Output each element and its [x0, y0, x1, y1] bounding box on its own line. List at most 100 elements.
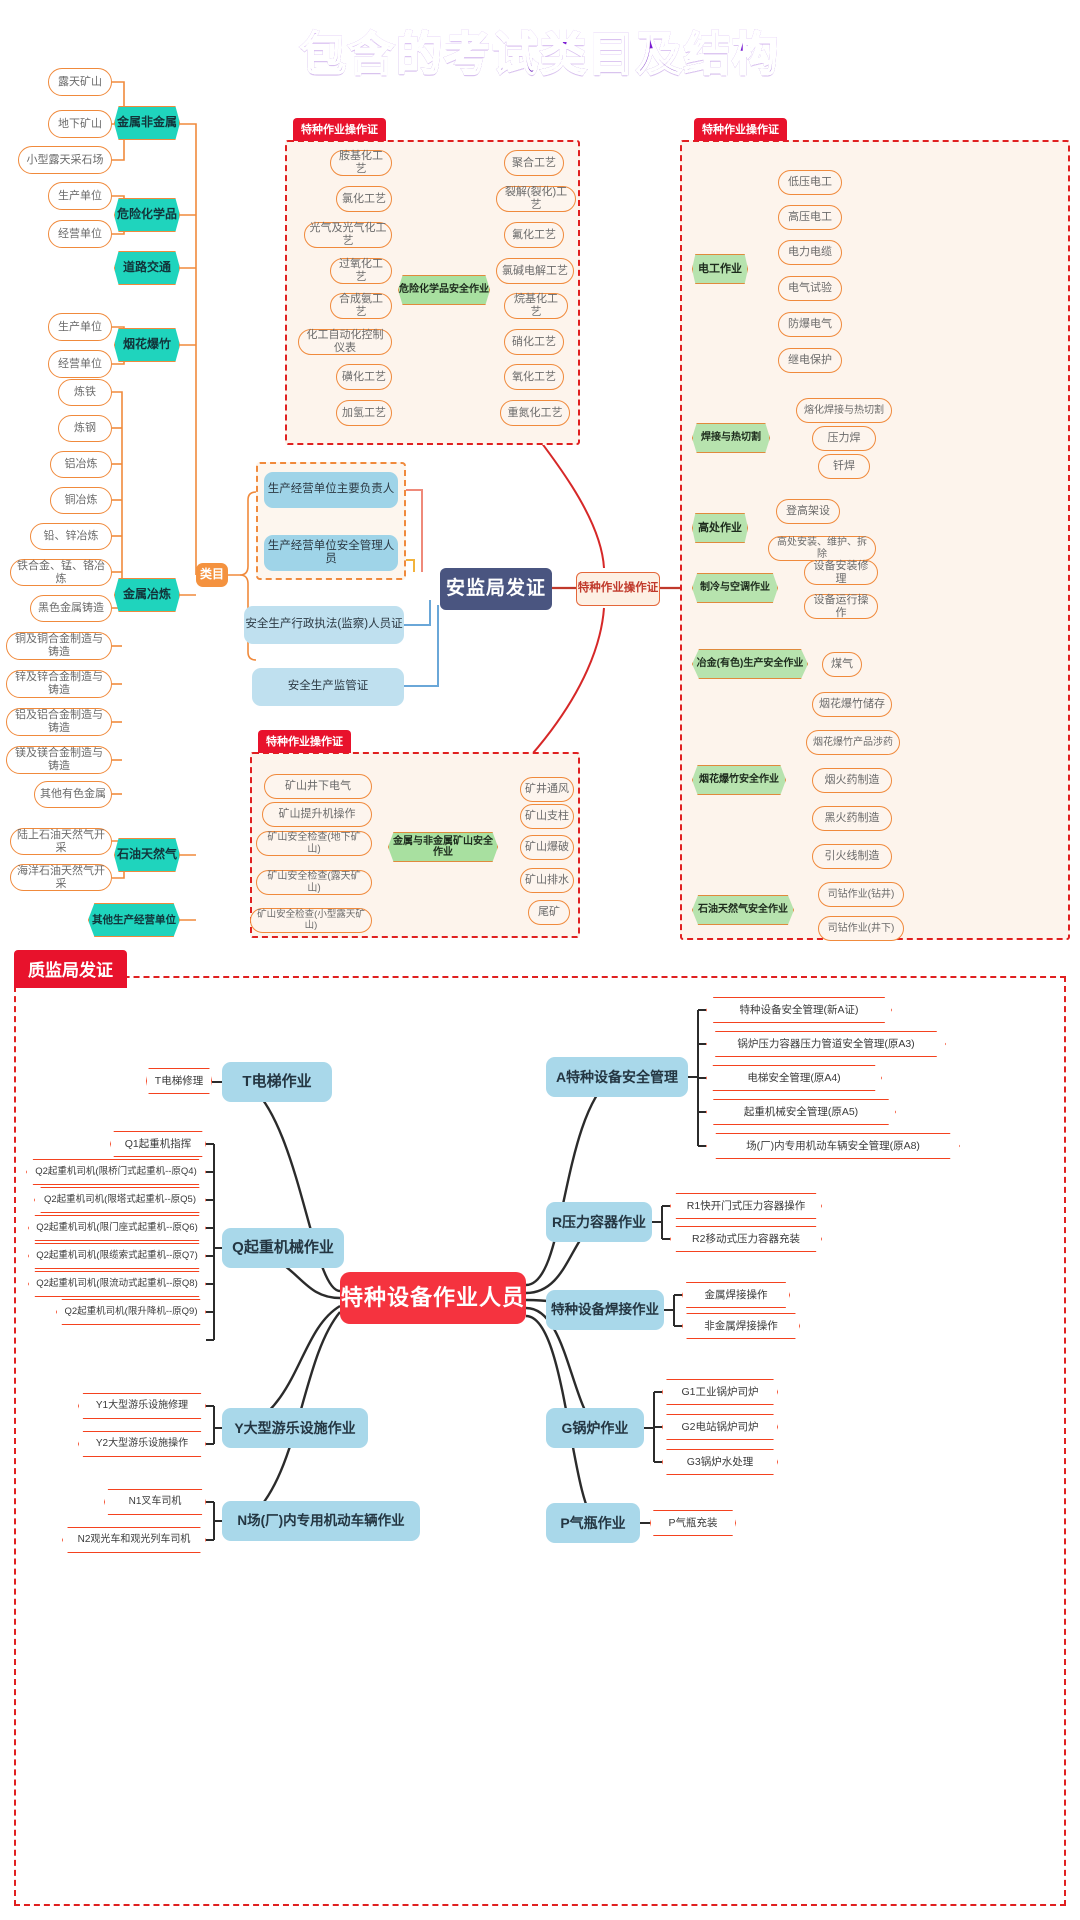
leaf-node[interactable]: 镁及镁合金制造与铸造 [6, 746, 112, 774]
leaf-node[interactable]: Y2大型游乐设施操作 [78, 1431, 206, 1457]
category-equipment-welding[interactable]: 特种设备焊接作业 [546, 1290, 664, 1330]
leaf-node[interactable]: 经营单位 [48, 220, 112, 248]
category-equipment-management[interactable]: A特种设备安全管理 [546, 1057, 688, 1097]
leaf-node[interactable]: G1工业锅炉司炉 [662, 1379, 778, 1405]
leaf-node[interactable]: 矿山井下电气 [264, 774, 372, 799]
leaf-node[interactable]: 压力焊 [812, 426, 876, 451]
leaf-node[interactable]: 铝及铝合金制造与铸造 [6, 708, 112, 736]
category-other-units[interactable]: 其他生产经营单位 [88, 903, 180, 937]
category-gas-cylinder[interactable]: P气瓶作业 [546, 1503, 640, 1543]
leaf-node[interactable]: 氯碱电解工艺 [496, 258, 574, 284]
leaf-node[interactable]: Q2起重机司机(限流动式起重机--原Q8) [28, 1271, 206, 1297]
leaf-node[interactable]: 矿山支柱 [520, 804, 574, 829]
leaf-node[interactable]: 铜及铜合金制造与铸造 [6, 632, 112, 660]
leaf-node[interactable]: N2观光车和观光列车司机 [62, 1527, 206, 1553]
leaf-node[interactable]: 氧化工艺 [504, 364, 564, 390]
leaf-node[interactable]: 化工自动化控制仪表 [298, 329, 392, 355]
category-metallurgy[interactable]: 冶金(有色)生产安全作业 [692, 649, 808, 679]
category-boiler[interactable]: G锅炉作业 [546, 1408, 644, 1448]
leaf-node[interactable]: 防爆电气 [778, 312, 842, 337]
leaf-node[interactable]: Y1大型游乐设施修理 [78, 1393, 206, 1419]
leaf-node[interactable]: Q2起重机司机(限升降机--原Q9) [56, 1299, 206, 1325]
hub-special-op-cert[interactable]: 特种作业操作证 [576, 572, 660, 606]
leaf-node[interactable]: 小型露天采石场 [18, 146, 112, 174]
leaf-node[interactable]: 炼铁 [58, 379, 112, 406]
leaf-node[interactable]: 烷基化工艺 [504, 293, 568, 319]
leaf-node[interactable]: 氟化工艺 [504, 222, 564, 248]
leaf-node[interactable]: 电梯安全管理(原A4) [706, 1065, 882, 1091]
hub-anjian[interactable]: 安监局发证 [440, 568, 552, 610]
leaf-node[interactable]: 加氢工艺 [336, 400, 392, 426]
category-vehicle[interactable]: N场(厂)内专用机动车辆作业 [222, 1501, 420, 1541]
center-blue-box[interactable]: 安全生产监管证 [252, 668, 404, 706]
hazchem-head[interactable]: 危险化学品安全作业 [398, 275, 490, 305]
center-blue-box[interactable]: 生产经营单位安全管理人员 [264, 535, 398, 571]
leaf-node[interactable]: 高处安装、维护、拆除 [768, 536, 876, 561]
category-crane[interactable]: Q起重机械作业 [222, 1228, 344, 1268]
leaf-node[interactable]: Q2起重机司机(限塔式起重机--原Q5) [34, 1187, 206, 1213]
leaf-node[interactable]: 场(厂)内专用机动车辆安全管理(原A8) [706, 1133, 960, 1159]
leaf-node[interactable]: 引火线制造 [812, 844, 892, 869]
leaf-node[interactable]: 烟花爆竹产品涉药 [806, 730, 900, 755]
leaf-node[interactable]: T电梯修理 [146, 1068, 212, 1094]
category-metal-smelting[interactable]: 金属冶炼 [114, 578, 180, 612]
leaf-node[interactable]: 胺基化工艺 [330, 150, 392, 176]
category-hazardous-chemicals[interactable]: 危险化学品 [114, 198, 180, 232]
leaf-node[interactable]: Q2起重机司机(限桥门式起重机--原Q4) [26, 1159, 206, 1185]
leaf-node[interactable]: 熔化焊接与热切割 [796, 398, 892, 423]
leaf-node[interactable]: 金属焊接操作 [682, 1282, 790, 1308]
leaf-node[interactable]: 磺化工艺 [336, 364, 392, 390]
category-refrigeration[interactable]: 制冷与空调作业 [692, 573, 778, 603]
category-welding[interactable]: 焊接与热切割 [692, 423, 770, 453]
leaf-node[interactable]: 铜冶炼 [50, 487, 112, 514]
leaf-node[interactable]: 合成氨工艺 [330, 293, 392, 319]
leaf-node[interactable]: 黑色金属铸造 [30, 595, 112, 622]
leaf-node[interactable]: 裂解(裂化)工艺 [496, 186, 576, 212]
leaf-node[interactable]: 矿山安全检查(露天矿山) [256, 870, 372, 895]
leaf-node[interactable]: G3锅炉水处理 [662, 1449, 778, 1475]
category-pressure-vessel[interactable]: R压力容器作业 [546, 1202, 652, 1242]
leaf-node[interactable]: 低压电工 [778, 170, 842, 195]
category-amusement[interactable]: Y大型游乐设施作业 [222, 1408, 368, 1448]
leaf-node[interactable]: P气瓶充装 [650, 1510, 736, 1536]
mine-head[interactable]: 金属与非金属矿山安全作业 [388, 832, 498, 862]
leaf-node[interactable]: 光气及光气化工艺 [304, 222, 392, 248]
leaf-node[interactable]: 聚合工艺 [504, 150, 564, 176]
leaf-node[interactable]: 锅炉压力容器压力管道安全管理(原A3) [706, 1031, 946, 1057]
leaf-node[interactable]: 钎焊 [818, 454, 870, 479]
category-metal-nonmetal[interactable]: 金属非金属 [114, 106, 180, 140]
leaf-node[interactable]: 矿山爆破 [520, 835, 574, 860]
leaf-node[interactable]: 锌及锌合金制造与铸造 [6, 670, 112, 698]
leaf-node[interactable]: 铝冶炼 [50, 451, 112, 478]
leaf-node[interactable]: Q2起重机司机(限门座式起重机--原Q6) [28, 1215, 206, 1241]
category-fireworks[interactable]: 烟花爆竹 [114, 328, 180, 362]
category-elevator[interactable]: T电梯作业 [222, 1062, 332, 1102]
leaf-node[interactable]: 电气试验 [778, 276, 842, 301]
leaf-node[interactable]: 陆上石油天然气开采 [10, 828, 112, 855]
category-oil-gas-safety[interactable]: 石油天然气安全作业 [692, 895, 794, 925]
category-electrician[interactable]: 电工作业 [692, 254, 748, 284]
leaf-node[interactable]: 烟花爆竹储存 [812, 692, 892, 717]
hub-equipment-person[interactable]: 特种设备作业人员 [340, 1272, 526, 1324]
leaf-node[interactable]: Q1起重机指挥 [110, 1131, 206, 1157]
leaf-node[interactable]: 司钻作业(井下) [818, 916, 904, 941]
leaf-node[interactable]: 生产单位 [48, 313, 112, 341]
center-blue-box[interactable]: 生产经营单位主要负责人 [264, 472, 398, 508]
leaf-node[interactable]: 设备安装修理 [804, 560, 878, 585]
leaf-node[interactable]: N1叉车司机 [104, 1489, 206, 1515]
category-high-altitude[interactable]: 高处作业 [692, 513, 748, 543]
leaf-node[interactable]: 炼钢 [58, 415, 112, 442]
leaf-node[interactable]: 过氧化工艺 [330, 258, 392, 284]
leaf-node[interactable]: 矿山排水 [520, 868, 574, 893]
leaf-node[interactable]: 电力电缆 [778, 240, 842, 265]
category-oil-gas[interactable]: 石油天然气 [114, 838, 180, 872]
leaf-node[interactable]: 黑火药制造 [812, 806, 892, 831]
leaf-node[interactable]: 烟火药制造 [812, 768, 892, 793]
leaf-node[interactable]: 煤气 [822, 652, 862, 677]
leaf-node[interactable]: 露天矿山 [48, 68, 112, 96]
leaf-node[interactable]: 特种设备安全管理(新A证) [706, 997, 892, 1023]
center-blue-box[interactable]: 安全生产行政执法(监察)人员证 [244, 606, 404, 644]
leaf-node[interactable]: 铅、锌冶炼 [30, 523, 112, 550]
leaf-node[interactable]: 尾矿 [528, 900, 570, 925]
leaf-node[interactable]: 登高架设 [776, 499, 840, 524]
